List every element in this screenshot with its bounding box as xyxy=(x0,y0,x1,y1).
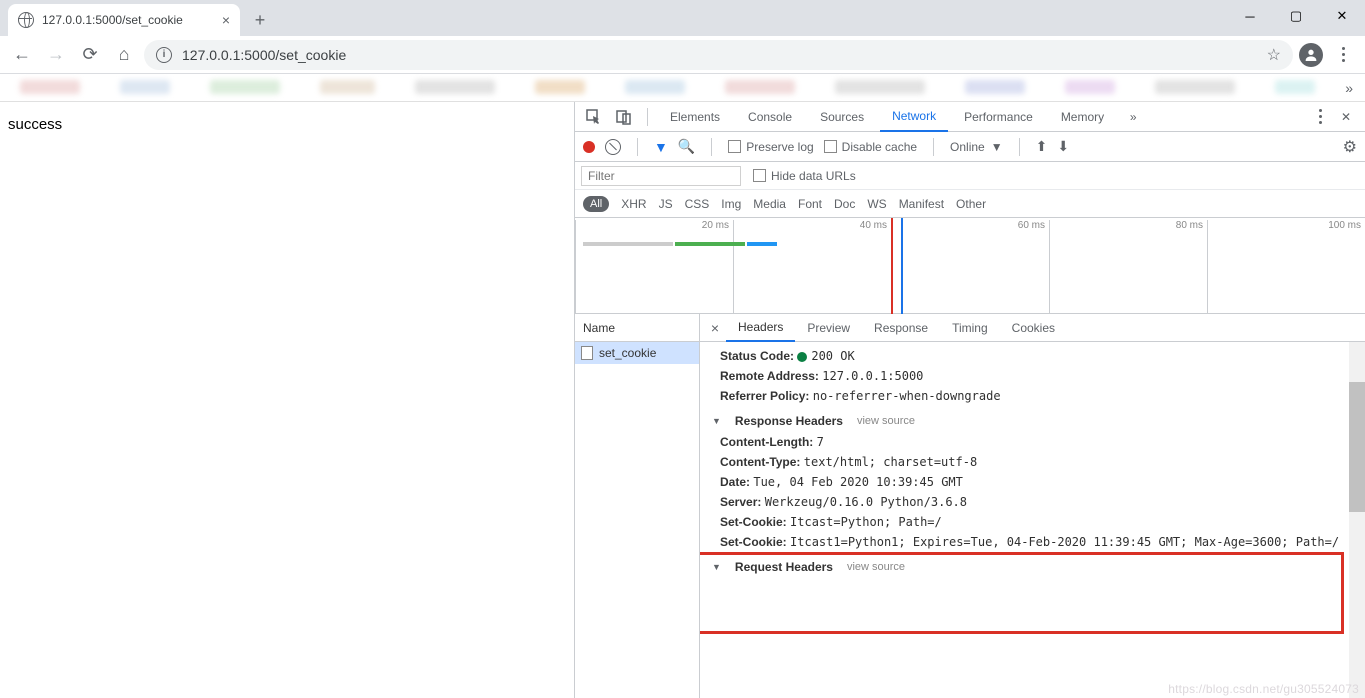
toolbar: ← → ⟳ ⌂ i 127.0.0.1:5000/set_cookie ☆ xyxy=(0,36,1365,74)
request-type-filter: All XHR JS CSS Img Media Font Doc WS Man… xyxy=(575,190,1365,218)
filter-input[interactable] xyxy=(581,166,741,186)
url-text: 127.0.0.1:5000/set_cookie xyxy=(182,47,1257,63)
view-source-link[interactable]: view source xyxy=(857,415,915,427)
tab-bar: 127.0.0.1:5000/set_cookie × + ─ ▢ ✕ xyxy=(0,0,1365,36)
status-ok-icon xyxy=(797,352,807,362)
type-manifest[interactable]: Manifest xyxy=(899,197,944,211)
response-headers-section[interactable]: Response Headers view source xyxy=(710,406,1365,432)
network-settings-icon[interactable]: ⚙ xyxy=(1343,137,1357,157)
page-text: success xyxy=(8,116,62,133)
type-css[interactable]: CSS xyxy=(685,197,710,211)
close-detail-icon[interactable]: × xyxy=(704,320,726,336)
forward-button[interactable]: → xyxy=(42,41,70,69)
type-media[interactable]: Media xyxy=(753,197,786,211)
disable-cache-checkbox[interactable]: Disable cache xyxy=(824,140,917,154)
request-list-header[interactable]: Name xyxy=(575,314,699,342)
tab-sources[interactable]: Sources xyxy=(808,102,876,132)
record-button[interactable] xyxy=(583,141,595,153)
type-js[interactable]: JS xyxy=(659,197,673,211)
tab-network[interactable]: Network xyxy=(880,102,948,132)
headers-pane[interactable]: Status Code: 200 OK Remote Address: 127.… xyxy=(700,342,1365,698)
search-icon[interactable]: 🔍 xyxy=(678,138,695,155)
globe-icon xyxy=(18,12,34,28)
clear-button[interactable] xyxy=(605,139,621,155)
devtools-close-icon[interactable]: ✕ xyxy=(1333,104,1359,130)
detail-tab-headers[interactable]: Headers xyxy=(726,314,795,342)
view-source-link-2[interactable]: view source xyxy=(847,561,905,573)
back-button[interactable]: ← xyxy=(8,41,36,69)
inspect-element-icon[interactable] xyxy=(581,104,607,130)
document-icon xyxy=(581,346,593,360)
request-detail: × Headers Preview Response Timing Cookie… xyxy=(700,314,1365,698)
browser-tab[interactable]: 127.0.0.1:5000/set_cookie × xyxy=(8,4,240,36)
preserve-log-checkbox[interactable]: Preserve log xyxy=(728,140,813,154)
type-other[interactable]: Other xyxy=(956,197,986,211)
network-timeline[interactable]: 20 ms 40 ms 60 ms 80 ms 100 ms xyxy=(575,218,1365,314)
filter-toggle-icon[interactable]: ▼ xyxy=(654,139,668,155)
profile-avatar[interactable] xyxy=(1299,43,1323,67)
type-all[interactable]: All xyxy=(583,196,609,212)
request-list: Name set_cookie xyxy=(575,314,700,698)
scrollbar-thumb[interactable] xyxy=(1349,382,1365,512)
close-tab-icon[interactable]: × xyxy=(222,12,230,28)
throttle-select[interactable]: Online▼ xyxy=(950,140,1003,154)
download-har-icon[interactable]: ⬇ xyxy=(1057,138,1069,155)
bookmark-star-icon[interactable]: ☆ xyxy=(1267,45,1281,65)
detail-tab-timing[interactable]: Timing xyxy=(940,314,1000,342)
request-item[interactable]: set_cookie xyxy=(575,342,699,364)
type-font[interactable]: Font xyxy=(798,197,822,211)
bookmarks-bar: » xyxy=(0,74,1365,102)
address-bar[interactable]: i 127.0.0.1:5000/set_cookie ☆ xyxy=(144,40,1293,70)
type-doc[interactable]: Doc xyxy=(834,197,855,211)
site-info-icon[interactable]: i xyxy=(156,47,172,63)
detail-tab-response[interactable]: Response xyxy=(862,314,940,342)
new-tab-button[interactable]: + xyxy=(246,6,274,34)
device-toggle-icon[interactable] xyxy=(611,104,637,130)
close-window-button[interactable]: ✕ xyxy=(1319,0,1365,32)
minimize-button[interactable]: ─ xyxy=(1227,0,1273,32)
type-xhr[interactable]: XHR xyxy=(621,197,646,211)
detail-tab-preview[interactable]: Preview xyxy=(795,314,862,342)
devtools-menu-icon[interactable] xyxy=(1307,104,1333,130)
detail-tab-cookies[interactable]: Cookies xyxy=(1000,314,1067,342)
tab-elements[interactable]: Elements xyxy=(658,102,732,132)
tab-title: 127.0.0.1:5000/set_cookie xyxy=(42,13,214,27)
tab-memory[interactable]: Memory xyxy=(1049,102,1116,132)
tab-performance[interactable]: Performance xyxy=(952,102,1045,132)
reload-button[interactable]: ⟳ xyxy=(76,41,104,69)
type-img[interactable]: Img xyxy=(721,197,741,211)
devtools-panel: Elements Console Sources Network Perform… xyxy=(574,102,1365,698)
hide-data-urls-checkbox[interactable]: Hide data URLs xyxy=(753,169,856,183)
type-ws[interactable]: WS xyxy=(867,197,886,211)
tabs-overflow-icon[interactable]: » xyxy=(1120,104,1146,130)
home-button[interactable]: ⌂ xyxy=(110,41,138,69)
bookmarks-overflow-icon[interactable]: » xyxy=(1345,80,1353,96)
maximize-button[interactable]: ▢ xyxy=(1273,0,1319,32)
tab-console[interactable]: Console xyxy=(736,102,804,132)
page-content: success xyxy=(0,102,574,698)
browser-menu-button[interactable] xyxy=(1329,41,1357,69)
request-headers-section[interactable]: Request Headers view source xyxy=(710,552,1365,578)
upload-har-icon[interactable]: ⬆ xyxy=(1036,138,1048,155)
watermark-text: https://blog.csdn.net/gu305524073 xyxy=(1168,682,1359,696)
